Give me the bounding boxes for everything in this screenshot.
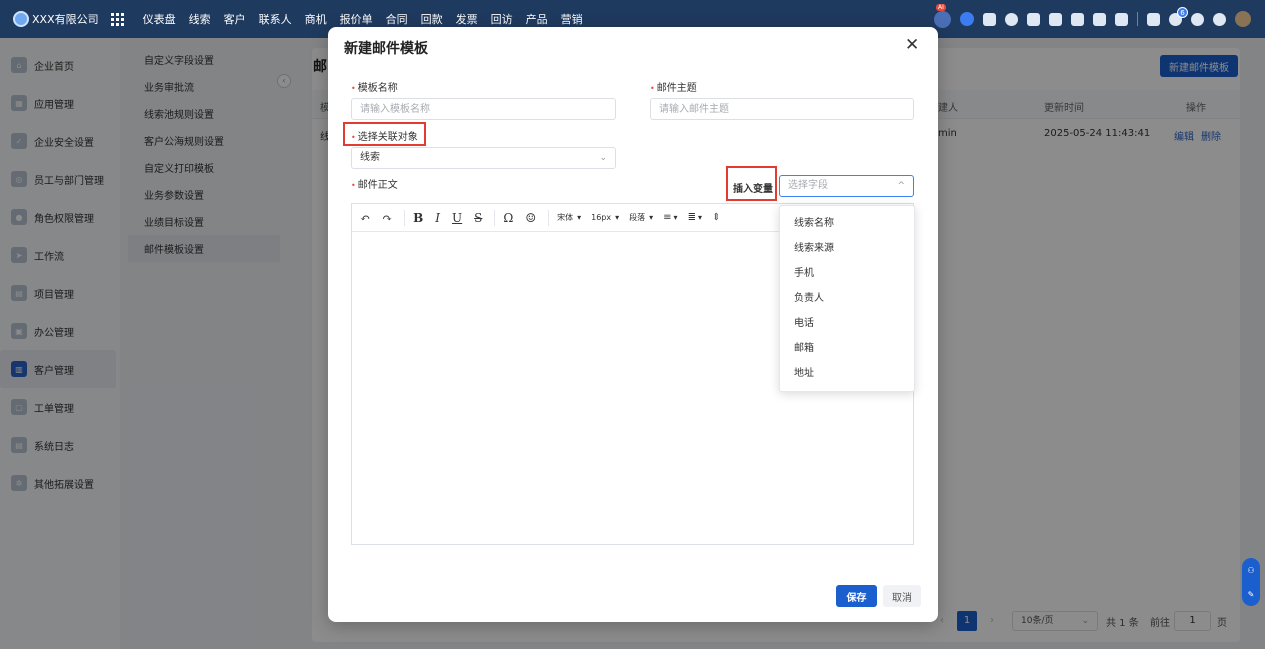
related-object-value: 线索	[360, 152, 380, 163]
dialog-title: 新建邮件模板	[344, 41, 428, 57]
bell-icon[interactable]: 6	[1169, 6, 1188, 26]
nav-leads[interactable]: 线索	[189, 11, 211, 27]
bold-icon[interactable]: B	[413, 211, 423, 225]
report-icon[interactable]	[1147, 12, 1160, 26]
chevron-down-icon: ⌄	[599, 153, 607, 163]
company-brand[interactable]: XXX有限公司	[13, 11, 99, 27]
notification-count: 6	[1177, 6, 1188, 18]
chevron-down-icon: ▾	[649, 213, 654, 222]
phone-icon[interactable]	[1093, 12, 1106, 26]
nav-invoices[interactable]: 发票	[456, 11, 478, 27]
redo-icon[interactable]: ↷	[382, 211, 392, 225]
chevron-down-icon: ▾	[615, 213, 620, 222]
calendar-icon[interactable]	[1115, 12, 1128, 26]
emoji-icon[interactable]: ☺	[525, 211, 536, 225]
company-name: XXX有限公司	[32, 13, 99, 26]
strikethrough-icon[interactable]: S	[474, 211, 482, 225]
nav-marketing[interactable]: 营销	[561, 11, 583, 27]
nav-dashboard[interactable]: 仪表盘	[143, 11, 176, 27]
indent-icon[interactable]: ≣	[688, 212, 696, 223]
mail-icon[interactable]	[1027, 12, 1040, 26]
line-height-icon[interactable]: ⇕	[712, 212, 720, 223]
pin-icon[interactable]	[983, 12, 996, 26]
chevron-down-icon: ▾	[673, 213, 678, 222]
font-family-select[interactable]: 宋体	[557, 212, 573, 223]
template-name-input[interactable]	[351, 98, 616, 120]
underline-icon[interactable]: U	[452, 211, 462, 225]
dropdown-option-phone[interactable]: 电话	[780, 311, 914, 336]
email-body-label: • 邮件正文	[351, 180, 398, 191]
doc-icon[interactable]	[1071, 12, 1084, 26]
company-logo-icon	[13, 11, 29, 27]
top-icon-group: AI 6	[934, 0, 1251, 38]
globe-icon[interactable]	[1005, 12, 1018, 26]
email-subject-input[interactable]	[650, 98, 914, 120]
dropdown-option-email[interactable]: 邮箱	[780, 336, 914, 361]
dropdown-option-lead-name[interactable]: 线索名称	[780, 211, 914, 236]
dropdown-option-owner[interactable]: 负责人	[780, 286, 914, 311]
cancel-button[interactable]: 取消	[883, 585, 921, 607]
floating-toolbar[interactable]: ⚇ ✎	[1242, 558, 1260, 606]
nav-quotes[interactable]: 报价单	[340, 11, 373, 27]
undo-icon[interactable]: ↶	[360, 211, 370, 225]
help-icon[interactable]	[1191, 12, 1204, 26]
chevron-up-icon: ^	[897, 181, 905, 191]
nav-payments[interactable]: 回款	[421, 11, 443, 27]
nav-contacts[interactable]: 联系人	[259, 11, 292, 27]
chat-icon[interactable]	[960, 12, 974, 26]
nav-products[interactable]: 产品	[526, 11, 548, 27]
field-select-placeholder: 选择字段	[788, 180, 828, 191]
field-select[interactable]: 选择字段 ^	[779, 175, 914, 197]
italic-icon[interactable]: I	[435, 211, 440, 225]
ai-assistant-icon[interactable]: AI	[934, 3, 951, 28]
settings-icon[interactable]	[1213, 12, 1226, 26]
template-name-label: • 模板名称	[351, 83, 398, 94]
insert-variable-label: 插入变量	[733, 184, 773, 195]
user-icon[interactable]	[1049, 12, 1062, 26]
feedback-icon[interactable]: ✎	[1248, 590, 1255, 599]
nav-contracts[interactable]: 合同	[386, 11, 408, 27]
app-grid-icon[interactable]	[110, 12, 124, 26]
ai-badge: AI	[936, 3, 946, 11]
nav-opportunities[interactable]: 商机	[305, 11, 327, 27]
email-subject-label: • 邮件主题	[650, 83, 697, 94]
dropdown-option-address[interactable]: 地址	[780, 361, 914, 386]
nav-followups[interactable]: 回访	[491, 11, 513, 27]
related-object-label: • 选择关联对象	[351, 132, 418, 143]
service-icon[interactable]: ⚇	[1247, 566, 1254, 575]
dropdown-option-mobile[interactable]: 手机	[780, 261, 914, 286]
close-icon[interactable]: ✕	[905, 35, 919, 55]
divider	[1137, 12, 1138, 26]
dropdown-option-lead-source[interactable]: 线索来源	[780, 236, 914, 261]
chevron-down-icon: ▾	[697, 213, 702, 222]
avatar[interactable]	[1235, 11, 1251, 27]
nav-customers[interactable]: 客户	[224, 11, 246, 27]
font-size-select[interactable]: 16px	[591, 213, 611, 222]
save-button[interactable]: 保存	[836, 585, 877, 607]
paragraph-select[interactable]: 段落	[629, 212, 645, 223]
align-icon[interactable]: ≡	[663, 212, 671, 223]
special-char-icon[interactable]: Ω	[503, 211, 513, 225]
chevron-down-icon: ▾	[577, 213, 582, 222]
related-object-select[interactable]: 线索 ⌄	[351, 147, 616, 169]
field-dropdown-menu: 线索名称 线索来源 手机 负责人 电话 邮箱 地址	[779, 205, 915, 392]
